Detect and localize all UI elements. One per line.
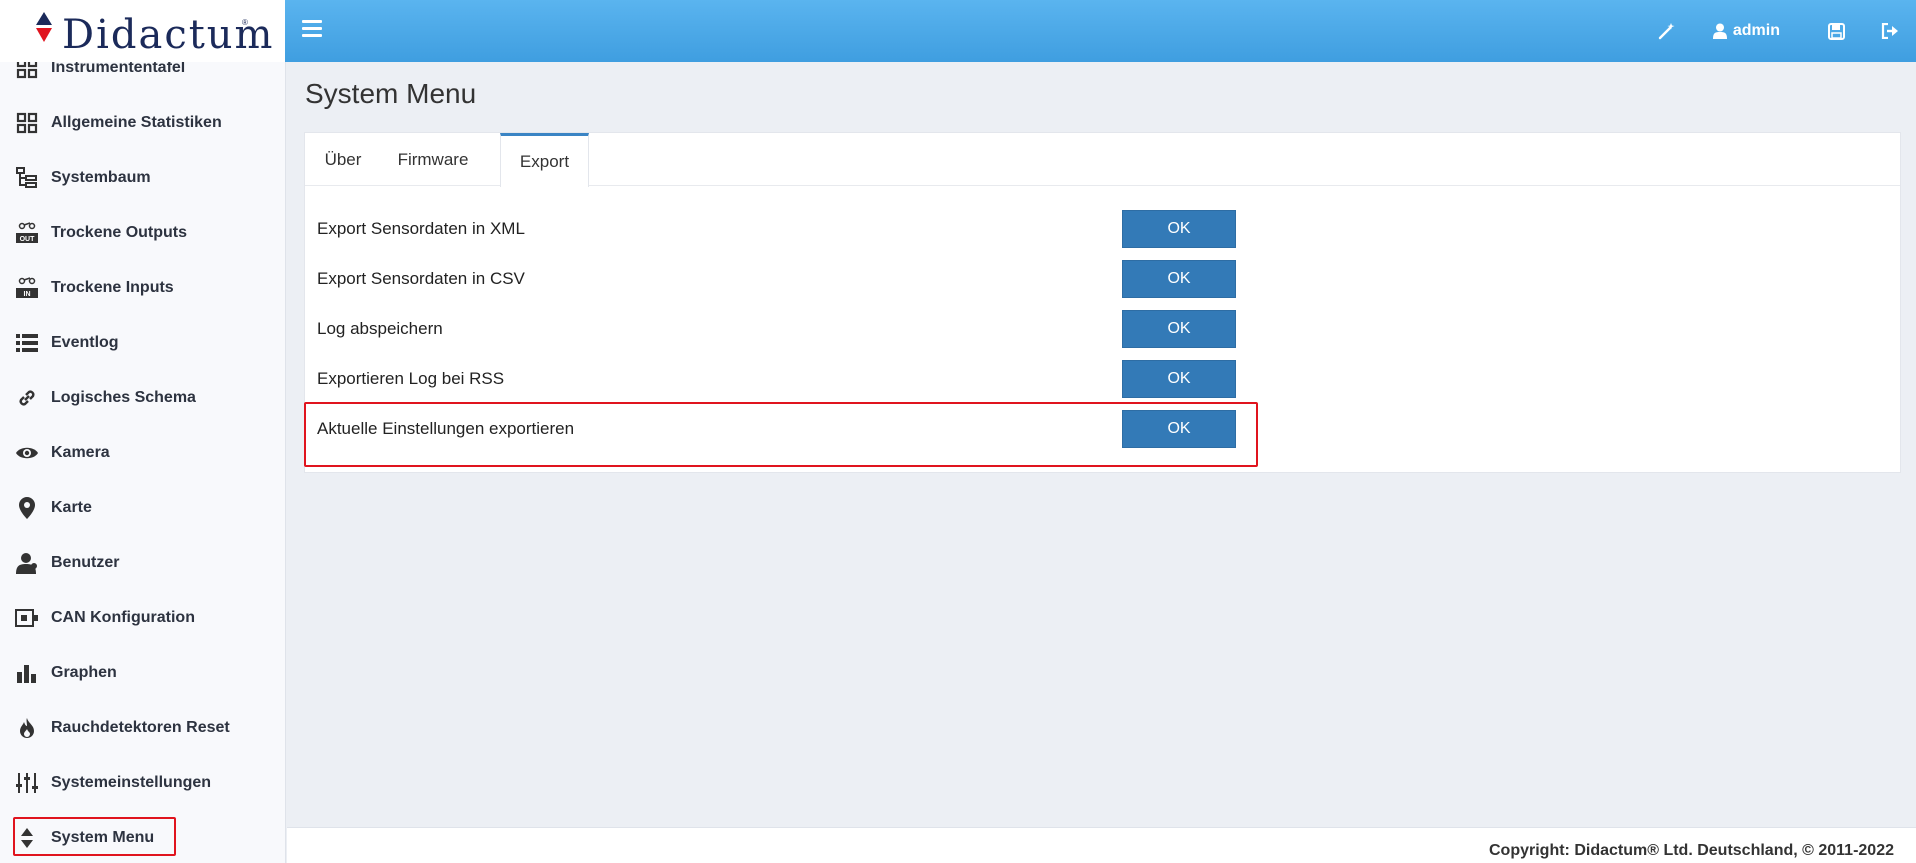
tab-firmware[interactable]: Firmware (381, 133, 485, 186)
sidebar-item-label: Benutzer (51, 554, 120, 571)
sidebar-item-label: Systemeinstellungen (51, 774, 212, 791)
save-icon[interactable] (1826, 21, 1846, 41)
ok-button-save-log[interactable]: OK (1122, 310, 1236, 348)
tab-export[interactable]: Export (500, 133, 589, 187)
sidebar-item-trockene-inputs[interactable]: IN Trockene Inputs (0, 266, 285, 310)
svg-text:OUT: OUT (20, 236, 36, 243)
sidebar-item-label: Kamera (51, 444, 110, 461)
logout-icon[interactable] (1880, 21, 1900, 41)
export-row-label: Log abspeichern (317, 319, 443, 338)
sidebar-item-instrumententafel[interactable]: Instrumententafel (0, 62, 285, 90)
tree-icon (14, 165, 40, 191)
menu-icon[interactable] (302, 20, 322, 40)
list-icon (14, 330, 40, 356)
sidebar-item-label: Rauchdetektoren Reset (51, 719, 230, 736)
export-row: Export Sensordaten in XML OK (305, 209, 1900, 249)
sidebar-item-kamera[interactable]: Kamera (0, 431, 285, 475)
export-row-label: Export Sensordaten in XML (317, 219, 525, 238)
sidebar-item-systembaum[interactable]: Systembaum (0, 156, 285, 200)
svg-text:IN: IN (24, 291, 31, 298)
sidebar-item-allgemeine-statistiken[interactable]: Allgemeine Statistiken (0, 101, 285, 145)
footer: Copyright: Didactum® Ltd. Deutschland, ©… (287, 827, 1916, 863)
statistics-grid-icon (14, 110, 40, 136)
ok-button-csv-export[interactable]: OK (1122, 260, 1236, 298)
sidebar-item-label: Instrumententafel (51, 62, 186, 76)
ok-button-xml-export[interactable]: OK (1122, 210, 1236, 248)
tab-ueber[interactable]: Über (305, 133, 381, 186)
sidebar-item-label: CAN Konfiguration (51, 609, 195, 626)
link-icon (14, 385, 40, 411)
export-row: Log abspeichern OK (305, 309, 1900, 349)
tab-bar: Über Firmware Export (305, 133, 1900, 187)
sidebar-item-label: Trockene Outputs (51, 224, 188, 241)
sidebar-item-karte[interactable]: Karte (0, 486, 285, 530)
export-row-label: Exportieren Log bei RSS (317, 369, 505, 388)
sidebar-item-trockene-outputs[interactable]: OUT Trockene Outputs (0, 211, 285, 255)
export-row-label: Aktuelle Einstellungen exportieren (317, 419, 575, 438)
system-menu-panel: Über Firmware Export Export Sensordaten … (304, 132, 1901, 473)
sidebar-item-rauchdetektoren-reset[interactable]: Rauchdetektoren Reset (0, 706, 285, 750)
export-row: Aktuelle Einstellungen exportieren OK (305, 409, 1900, 449)
sidebar-item-label: System Menu (51, 829, 155, 846)
sidebar-item-label: Karte (51, 499, 92, 516)
export-row: Exportieren Log bei RSS OK (305, 359, 1900, 399)
logo-registered-mark: ® (242, 18, 248, 27)
sidebar-item-label: Allgemeine Statistiken (51, 114, 222, 131)
sliders-icon (14, 770, 40, 796)
sidebar-item-logisches-schema[interactable]: Logisches Schema (0, 376, 285, 420)
export-row: Export Sensordaten in CSV OK (305, 259, 1900, 299)
logo-mark-icon (36, 12, 52, 42)
sidebar-item-label: Graphen (51, 664, 117, 681)
copyright-text: Copyright: Didactum® Ltd. Deutschland, ©… (1489, 842, 1894, 859)
bar-chart-icon (14, 660, 40, 686)
sidebar-item-systemeinstellungen[interactable]: Systemeinstellungen (0, 761, 285, 805)
sidebar-item-label: Logisches Schema (51, 389, 196, 406)
sidebar-item-system-menu[interactable]: System Menu (0, 816, 285, 860)
sort-icon (14, 825, 40, 851)
user-icon (1712, 23, 1727, 39)
sidebar-item-eventlog[interactable]: Eventlog (0, 321, 285, 365)
sidebar-item-label: Trockene Inputs (51, 279, 174, 296)
sidebar-item-label: Systembaum (51, 169, 151, 186)
dry-output-icon: OUT (14, 220, 40, 246)
ok-button-rss-log[interactable]: OK (1122, 360, 1236, 398)
user-menu[interactable]: admin (1712, 22, 1780, 40)
sidebar: Instrumententafel Allgemeine Statistiken… (0, 62, 286, 863)
users-icon (14, 550, 40, 576)
page-title: System Menu (305, 78, 477, 109)
toolbar-right: admin (1657, 0, 1916, 62)
user-name: admin (1732, 22, 1780, 39)
dashboard-grid-icon (14, 62, 40, 81)
logo[interactable]: Didactum ® (0, 0, 285, 62)
fire-icon (14, 715, 40, 741)
sidebar-item-graphen[interactable]: Graphen (0, 651, 285, 695)
sidebar-item-can-konfiguration[interactable]: CAN Konfiguration (0, 596, 285, 640)
can-icon (14, 605, 40, 631)
sidebar-item-benutzer[interactable]: Benutzer (0, 541, 285, 585)
ok-button-export-settings[interactable]: OK (1122, 410, 1236, 448)
eye-icon (14, 440, 40, 466)
dry-input-icon: IN (14, 275, 40, 301)
wand-icon[interactable] (1657, 21, 1677, 41)
map-marker-icon (14, 495, 40, 521)
export-row-label: Export Sensordaten in CSV (317, 269, 525, 288)
top-bar: Didactum ® admin (0, 0, 1916, 62)
sidebar-item-label: Eventlog (51, 334, 119, 351)
